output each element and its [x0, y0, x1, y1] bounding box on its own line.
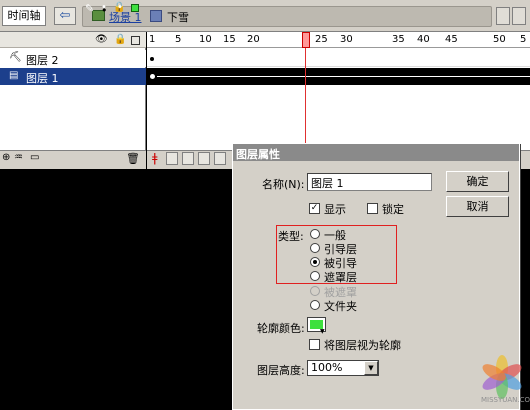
pencil-icon: ✎ — [85, 2, 95, 15]
layer-name: 图层 2 — [26, 54, 59, 67]
radio-guided[interactable] — [310, 257, 320, 267]
ruler-tick: 1 — [149, 34, 156, 45]
ruler-tick: 5 — [175, 34, 182, 45]
ruler-tick: 50 — [493, 34, 506, 45]
trash-icon[interactable]: 🗑 — [126, 152, 140, 165]
add-folder-icon[interactable]: ▭ — [30, 152, 39, 163]
lock-icon[interactable]: 🔒 — [114, 34, 126, 45]
layer-row-2[interactable]: ⛏ 图层 2 — [0, 50, 146, 67]
ruler-tick: 15 — [223, 34, 236, 45]
frame-row[interactable] — [147, 50, 530, 67]
radio-label: 文件夹 — [324, 300, 357, 313]
dialog-title: 图层属性 — [233, 144, 519, 161]
chevron-down-icon: ▼ — [320, 328, 325, 335]
layer-row-1[interactable]: ▤ 图层 1 — [0, 68, 146, 85]
name-label: 名称(N): — [262, 178, 305, 191]
type-label: 类型: — [278, 230, 304, 243]
symbol-label: 下雪 — [167, 11, 189, 24]
center-frame-icon[interactable]: ǂ — [152, 151, 158, 165]
onion-skin-icon[interactable] — [166, 152, 178, 165]
ruler-tick: 5 — [520, 34, 527, 45]
radio-normal[interactable] — [310, 229, 320, 239]
guided-layer-icon: ▤ — [9, 70, 19, 81]
radio-folder[interactable] — [310, 300, 320, 310]
edit-multiple-icon[interactable] — [198, 152, 210, 165]
ruler-tick: 35 — [392, 34, 405, 45]
radio-label: 遮罩层 — [324, 271, 357, 284]
watermark-text: MISSYUAN.COM — [481, 396, 530, 404]
height-label: 图层高度: — [257, 364, 305, 377]
edit-scene-icon[interactable] — [496, 7, 510, 25]
guide-icon: ⛏ — [9, 52, 22, 63]
name-field[interactable]: 图层 1 — [307, 173, 432, 191]
ruler-tick: 45 — [445, 34, 458, 45]
view-outline-checkbox[interactable] — [309, 339, 320, 350]
lock-dot[interactable]: • — [117, 2, 123, 13]
ruler-tick: 25 — [315, 34, 328, 45]
add-guide-icon[interactable]: ♒ — [14, 152, 23, 163]
view-outline-label: 将图层视为轮廓 — [324, 339, 401, 352]
radio-guide[interactable] — [310, 243, 320, 253]
breadcrumb — [82, 6, 492, 27]
outline-icon[interactable] — [131, 36, 140, 45]
back-arrow-icon[interactable]: ⇦ — [54, 7, 76, 25]
playhead[interactable] — [302, 32, 310, 48]
ruler-tick: 20 — [247, 34, 260, 45]
frame-span — [157, 76, 530, 77]
outline-color-icon[interactable] — [131, 4, 139, 12]
onion-markers-icon[interactable] — [214, 152, 226, 165]
outline-color-label: 轮廓颜色: — [257, 322, 305, 335]
radio-mask[interactable] — [310, 271, 320, 281]
ruler-tick: 30 — [340, 34, 353, 45]
ok-button[interactable]: 确定 — [446, 171, 509, 192]
visibility-dot[interactable]: • — [101, 2, 107, 13]
edit-symbol-icon[interactable] — [512, 7, 526, 25]
lock-label: 锁定 — [382, 203, 404, 216]
lock-checkbox[interactable] — [367, 203, 378, 214]
eye-icon[interactable]: 👁 — [95, 34, 108, 45]
cancel-button[interactable]: 取消 — [446, 196, 509, 217]
onion-outline-icon[interactable] — [182, 152, 194, 165]
chevron-down-icon[interactable]: ▼ — [364, 361, 378, 375]
radio-masked — [310, 286, 320, 296]
ruler-tick: 40 — [417, 34, 430, 45]
show-checkbox[interactable]: ✓ — [309, 203, 320, 214]
keyframe[interactable] — [150, 74, 155, 79]
ruler-tick: 10 — [199, 34, 212, 45]
timeline-tab[interactable]: 时间轴 — [2, 6, 46, 26]
layer-name: 图层 1 — [26, 72, 59, 85]
keyframe[interactable] — [150, 57, 154, 61]
show-label: 显示 — [324, 203, 346, 216]
add-layer-icon[interactable]: ⊕ — [2, 152, 10, 163]
symbol-icon — [150, 10, 162, 22]
